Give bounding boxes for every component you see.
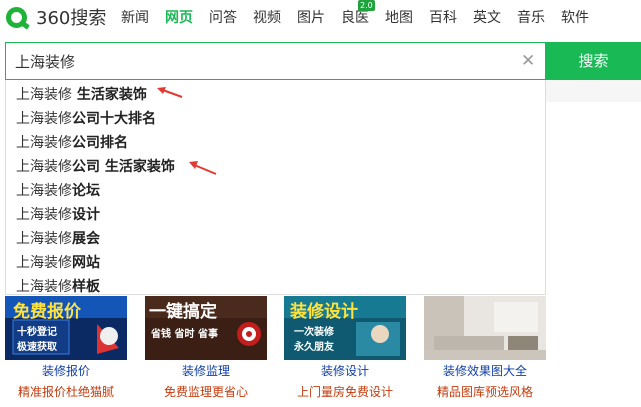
red-arrow-annotation	[157, 87, 183, 98]
thumb-description: 精品图库预选风格	[436, 385, 533, 399]
tab-baike[interactable]: 百科	[429, 7, 457, 27]
suggestion-item[interactable]: 上海装修网站	[16, 252, 100, 272]
banner-title: 一键搞定	[149, 302, 217, 322]
search-button[interactable]: 搜索	[546, 42, 641, 80]
tab-music[interactable]: 音乐	[517, 7, 545, 27]
thumb-quote-banner[interactable]: 免费报价 十秒登记 极速获取	[5, 296, 127, 360]
banner-title: 装修设计	[290, 302, 358, 322]
suggestion-item[interactable]: 上海装修公司 生活家装饰	[16, 156, 175, 176]
search-input[interactable]	[15, 52, 495, 70]
banner-sub-2: 极速获取	[17, 342, 57, 353]
thumb-design-banner[interactable]: 装修设计 一次装修 永久朋友	[284, 296, 406, 360]
side-strip	[546, 80, 641, 102]
suggestion-item[interactable]: 上海装修论坛	[16, 180, 100, 200]
thumb-caption[interactable]: 装修报价	[0, 362, 136, 379]
version-badge: 2.0	[358, 0, 375, 11]
interior-photo	[424, 296, 546, 360]
suggestion-item[interactable]: 上海装修展会	[16, 228, 100, 248]
thumb-gallery-image[interactable]	[424, 296, 546, 360]
logo-text: 360搜索	[36, 8, 107, 29]
suggestion-item[interactable]: 上海装修公司十大排名	[16, 108, 156, 128]
banner-title: 免费报价	[13, 302, 81, 322]
thumb-description: 免费监理更省心	[163, 385, 248, 399]
red-arrow-annotation	[189, 161, 217, 175]
thumb-description: 上门量房免费设计	[296, 385, 393, 399]
tab-web[interactable]: 网页	[165, 7, 193, 27]
banner-sub-2: 永久朋友	[294, 342, 334, 353]
tab-video[interactable]: 视频	[253, 7, 281, 27]
tab-english[interactable]: 英文	[473, 7, 501, 27]
thumb-caption[interactable]: 装修效果图大全	[415, 362, 555, 379]
logo-icon	[6, 6, 27, 28]
tab-health[interactable]: 良医 2.0	[341, 0, 375, 27]
suggestion-item[interactable]: 上海装修设计	[16, 204, 100, 224]
ad-thumbnails: 免费报价 十秒登记 极速获取 一键搞定 省钱 省时 省事 装修设计 一次装修 永…	[0, 296, 641, 407]
banner-sub-1: 一次装修	[294, 327, 334, 338]
tab-map[interactable]: 地图	[385, 7, 413, 27]
suggestion-dropdown: 上海装修 生活家装饰 上海装修公司十大排名 上海装修公司排名 上海装修公司 生活…	[5, 80, 546, 295]
search-box: ✕	[5, 42, 546, 80]
suggestion-item[interactable]: 上海装修公司排名	[16, 132, 128, 152]
thumb-description: 精准报价杜绝猫腻	[17, 385, 114, 399]
360-search-logo[interactable]: 360搜索	[6, 5, 106, 29]
tab-news[interactable]: 新闻	[121, 7, 149, 27]
banner-sub-1: 十秒登记	[17, 327, 57, 338]
thumb-supervision-banner[interactable]: 一键搞定 省钱 省时 省事	[145, 296, 267, 360]
tab-health-label: 良医	[341, 10, 369, 26]
thumb-caption[interactable]: 装修监理	[136, 362, 276, 379]
tab-qa[interactable]: 问答	[209, 7, 237, 27]
banner-sub-1: 省钱 省时 省事	[151, 329, 218, 340]
thumb-caption[interactable]: 装修设计	[275, 362, 415, 379]
nav-tabs: 新闻 网页 问答 视频 图片 良医 2.0 地图 百科 英文 音乐 软件	[121, 0, 605, 27]
suggestion-item[interactable]: 上海装修样板	[16, 276, 100, 296]
tab-software[interactable]: 软件	[561, 7, 589, 27]
top-navigation: 360搜索 新闻 网页 问答 视频 图片 良医 2.0 地图 百科 英文 音乐 …	[0, 0, 641, 34]
close-icon[interactable]: ✕	[521, 51, 535, 71]
suggestion-item[interactable]: 上海装修 生活家装饰	[16, 84, 147, 104]
tab-images[interactable]: 图片	[297, 7, 325, 27]
